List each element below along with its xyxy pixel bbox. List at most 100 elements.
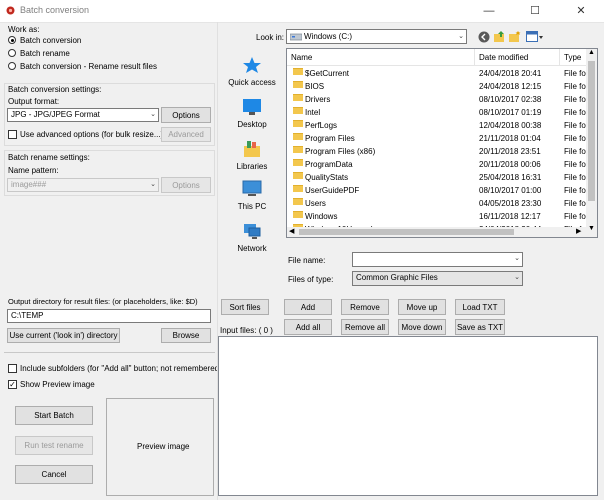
scroll-up-icon[interactable]: ▲ [588, 49, 595, 56]
advanced-button[interactable]: Advanced [161, 127, 211, 142]
include-subfolders-label[interactable]: Include subfolders (for "Add all" button… [20, 364, 222, 373]
file-row[interactable]: BIOS 24/04/2018 12:15 File fol [287, 81, 587, 92]
look-in-label: Look in: [256, 33, 285, 42]
file-list-horizontal-scrollbar[interactable]: ◀ ▶ [287, 227, 587, 237]
move-up-button[interactable]: Move up [398, 299, 446, 315]
file-row[interactable]: $GetCurrent 24/04/2018 20:41 File fol [287, 68, 587, 79]
rename-settings-label: Batch rename settings: [8, 153, 90, 162]
output-format-value: JPG - JPG/JPEG Format [11, 110, 100, 119]
libraries-icon [244, 141, 260, 157]
new-folder-icon[interactable] [508, 30, 521, 43]
conversion-settings-label: Batch conversion settings: [8, 85, 102, 94]
show-preview-label[interactable]: Show Preview image [20, 380, 95, 389]
run-test-rename-button[interactable]: Run test rename [15, 436, 93, 455]
file-date: 08/10/2017 02:38 [479, 95, 542, 104]
radio-batch-rename-label[interactable]: Batch rename [20, 49, 70, 58]
file-list[interactable]: Name Date modified Type ^ $GetCurrent 24/… [286, 48, 598, 238]
look-in-value: Windows (C:) [304, 32, 353, 41]
place-desktop[interactable]: Desktop [224, 98, 280, 129]
show-preview-checkbox[interactable]: ✓ [8, 380, 17, 389]
file-row[interactable]: Intel 08/10/2017 01:19 File fol [287, 107, 587, 118]
file-row[interactable]: Program Files (x86) 20/11/2018 23:51 File … [287, 146, 587, 157]
start-batch-button[interactable]: Start Batch [15, 406, 93, 425]
file-name: QualityStats [305, 173, 349, 182]
radio-conversion-rename[interactable] [8, 62, 16, 70]
file-list-vertical-scrollbar[interactable]: ▲ ▼ [586, 49, 597, 237]
view-menu-icon[interactable] [526, 31, 544, 43]
folder-icon [293, 81, 303, 88]
cancel-button[interactable]: Cancel [15, 465, 93, 484]
file-type: File fol [564, 108, 587, 117]
file-type: File fol [564, 199, 587, 208]
sort-up-icon: ^ [373, 48, 377, 52]
remove-all-button[interactable]: Remove all [341, 319, 389, 335]
advanced-options-label[interactable]: Use advanced options (for bulk resize...… [20, 130, 163, 139]
place-label: Desktop [237, 120, 267, 129]
file-type: File fol [564, 212, 587, 221]
file-name-input[interactable]: ⌄ [352, 252, 523, 267]
add-all-button[interactable]: Add all [284, 319, 332, 335]
places-bar: Quick access Desktop Libraries This PC N… [224, 48, 280, 253]
sort-files-button[interactable]: Sort files [221, 299, 269, 315]
rename-options-button[interactable]: Options [161, 177, 211, 193]
file-date: 25/04/2018 16:31 [479, 173, 542, 182]
work-as-label: Work as: [8, 25, 40, 34]
file-type: File fol [564, 95, 587, 104]
file-row[interactable]: ProgramData 20/11/2018 00:06 File fol [287, 159, 587, 170]
file-row[interactable]: Users 04/05/2018 23:30 File fol [287, 198, 587, 209]
minimize-button[interactable]: — [466, 0, 512, 22]
input-files-list[interactable] [218, 336, 598, 496]
place-libraries[interactable]: Libraries [224, 140, 280, 171]
add-button[interactable]: Add [284, 299, 332, 315]
place-this-pc[interactable]: This PC [224, 180, 280, 211]
file-name: Drivers [305, 95, 331, 104]
radio-batch-conversion-label[interactable]: Batch conversion [20, 36, 81, 45]
file-row[interactable]: Windows 16/11/2018 12:17 File fol [287, 211, 587, 222]
file-name: BIOS [305, 82, 325, 91]
scroll-left-icon[interactable]: ◀ [289, 227, 294, 235]
hscroll-thumb[interactable] [299, 229, 514, 235]
file-row[interactable]: Program Files 21/11/2018 01:04 File fol [287, 133, 587, 144]
use-current-directory-button[interactable]: Use current ('look in') directory [7, 328, 120, 343]
column-header-name[interactable]: Name [287, 49, 475, 66]
folder-icon [293, 159, 303, 166]
scroll-thumb[interactable] [588, 61, 595, 201]
output-directory-label: Output directory for result files: (or p… [8, 297, 198, 306]
load-txt-button[interactable]: Load TXT [455, 299, 505, 315]
column-header-type[interactable]: Type [560, 49, 587, 66]
browse-button[interactable]: Browse [161, 328, 211, 343]
place-label: This PC [237, 202, 267, 211]
close-button[interactable]: ✕ [558, 0, 604, 22]
maximize-button[interactable]: ☐ [512, 0, 558, 22]
place-network[interactable]: Network [224, 222, 280, 253]
file-row[interactable]: UserGuidePDF 08/10/2017 01:00 File fol [287, 185, 587, 196]
remove-button[interactable]: Remove [341, 299, 389, 315]
file-date: 24/04/2018 20:41 [479, 69, 542, 78]
back-icon[interactable] [478, 31, 490, 43]
radio-batch-rename[interactable] [8, 49, 16, 57]
radio-batch-conversion[interactable] [8, 36, 16, 44]
file-row[interactable]: QualityStats 25/04/2018 16:31 File fol [287, 172, 587, 183]
look-in-select[interactable]: Windows (C:) ⌄ [286, 29, 467, 44]
file-row[interactable]: Drivers 08/10/2017 02:38 File fol [287, 94, 587, 105]
save-as-txt-button[interactable]: Save as TXT [455, 319, 505, 335]
column-header-date[interactable]: Date modified [475, 49, 560, 66]
scroll-right-icon[interactable]: ▶ [576, 227, 581, 235]
name-pattern-select[interactable]: image### ⌄ [7, 178, 159, 192]
file-type: File fol [564, 173, 587, 182]
chevron-down-icon: ⌄ [514, 274, 520, 281]
output-directory-input[interactable]: C:\TEMP [7, 309, 211, 323]
folder-icon [293, 211, 303, 218]
output-options-button[interactable]: Options [161, 107, 211, 123]
include-subfolders-checkbox[interactable] [8, 364, 17, 373]
move-down-button[interactable]: Move down [398, 319, 446, 335]
output-format-select[interactable]: JPG - JPG/JPEG Format ⌄ [7, 108, 159, 122]
advanced-options-checkbox[interactable] [8, 130, 17, 139]
scroll-down-icon[interactable]: ▼ [588, 225, 595, 232]
file-type-select[interactable]: Common Graphic Files ⌄ [352, 271, 523, 286]
place-quick-access[interactable]: Quick access [224, 56, 280, 87]
radio-conversion-rename-label[interactable]: Batch conversion - Rename result files [20, 62, 157, 71]
file-row[interactable]: PerfLogs 12/04/2018 00:38 File fol [287, 120, 587, 131]
up-folder-icon[interactable] [493, 30, 506, 43]
quick-access-icon [243, 57, 261, 73]
